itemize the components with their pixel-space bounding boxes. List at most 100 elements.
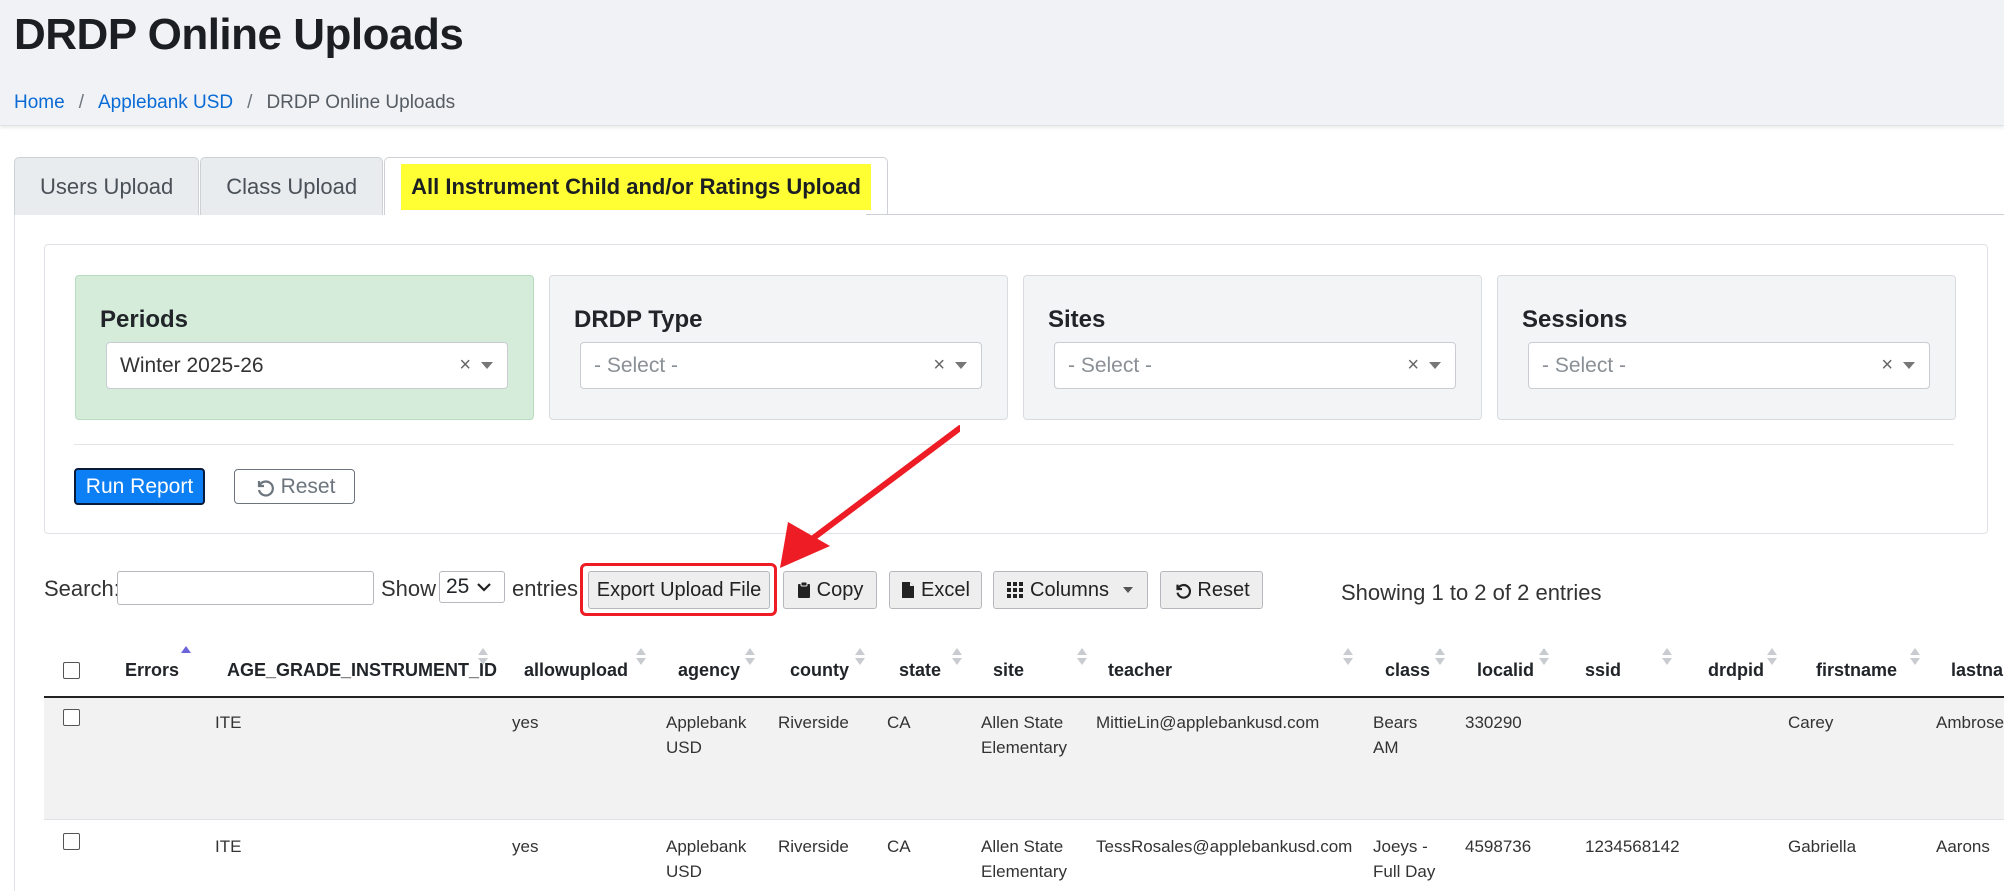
sort-icon [636, 648, 646, 668]
cell-firstname: Carey [1788, 713, 1834, 732]
cell-site-line2: Elementary [981, 738, 1067, 757]
reset-table-button[interactable]: Reset [1160, 571, 1263, 609]
tab-class-upload[interactable]: Class Upload [200, 157, 384, 215]
cell-agency-line2: USD [666, 862, 702, 881]
cell-county: Riverside [778, 713, 849, 732]
sites-placeholder: - Select - [1068, 353, 1153, 377]
caret-down-icon [1122, 587, 1133, 593]
page-title: DRDP Online Uploads [14, 10, 464, 59]
cell-lastname: Aarons [1936, 837, 1990, 856]
sort-icon [1767, 648, 1777, 668]
cell-allowupload: yes [512, 837, 539, 856]
cell-teacher: TessRosales@applebankusd.com [1096, 837, 1353, 856]
sites-label: Sites [1048, 306, 1106, 333]
file-icon [902, 582, 915, 598]
cell-site-line2: Elementary [981, 862, 1067, 881]
annotation-arrow-icon [780, 425, 960, 568]
cell-lastname: Ambrose [1936, 713, 2004, 732]
page-header: DRDP Online Uploads Home / Applebank USD… [0, 0, 2004, 126]
column-header-state[interactable]: state [899, 660, 941, 681]
column-header-teacher[interactable]: teacher [1108, 660, 1172, 681]
sort-icon [855, 648, 865, 668]
cell-class-line2: Full Day [1373, 862, 1436, 881]
reset-filters-button[interactable]: Reset [234, 469, 355, 504]
sort-icon [952, 648, 962, 668]
filter-divider [74, 444, 1954, 445]
column-header-allowupload[interactable]: allowupload [524, 660, 628, 681]
column-header-errors[interactable]: Errors [125, 660, 179, 681]
clear-icon[interactable]: × [933, 354, 945, 377]
column-header-drdpid[interactable]: drdpid [1708, 660, 1764, 681]
row-checkbox[interactable] [63, 709, 80, 726]
breadcrumb: Home / Applebank USD / DRDP Online Uploa… [14, 92, 455, 114]
column-header-site[interactable]: site [993, 660, 1024, 681]
cell-site-line1: Allen State [981, 837, 1064, 856]
sort-icon [1077, 648, 1087, 668]
sessions-placeholder: - Select - [1542, 353, 1627, 377]
sort-icon [1343, 648, 1353, 668]
cell-localid: 4598736 [1465, 837, 1532, 856]
column-header-ssid[interactable]: ssid [1585, 660, 1621, 681]
cell-state: CA [887, 713, 911, 732]
cell-agency: Applebank USD [666, 710, 746, 760]
drdp-type-filter: DRDP Type - Select - × [549, 275, 1008, 420]
annotation-highlight-box [580, 563, 777, 616]
periods-label: Periods [100, 306, 189, 333]
breadcrumb-separator: / [78, 92, 84, 113]
cell-site-line1: Allen State [981, 713, 1064, 732]
tab-instrument-ratings-upload[interactable]: All Instrument Child and/or Ratings Uplo… [384, 157, 888, 215]
clear-icon[interactable]: × [459, 354, 471, 377]
column-header-agency[interactable]: agency [678, 660, 740, 681]
reset-table-label: Reset [1197, 578, 1250, 601]
column-header-age-grade-instrument-id[interactable]: AGE_GRADE_INSTRUMENT_ID [227, 660, 497, 681]
column-header-lastname[interactable]: lastnam [1951, 660, 2004, 681]
sort-icon [1910, 648, 1920, 668]
sessions-select[interactable]: - Select - × [1528, 342, 1930, 389]
cell-ssid: 1234568142 [1585, 837, 1680, 856]
column-header-localid[interactable]: localid [1477, 660, 1534, 681]
cell-class-line1: Bears [1373, 713, 1418, 732]
excel-label: Excel [921, 578, 970, 601]
columns-button[interactable]: Columns [993, 571, 1148, 609]
sites-filter: Sites - Select - × [1023, 275, 1482, 420]
cell-localid: 330290 [1465, 713, 1522, 732]
select-all-checkbox[interactable] [63, 662, 80, 679]
run-report-button[interactable]: Run Report [74, 468, 205, 505]
tab-users-upload[interactable]: Users Upload [14, 157, 200, 215]
row-checkbox[interactable] [63, 833, 80, 850]
clear-icon[interactable]: × [1881, 354, 1893, 377]
sort-icon [478, 648, 488, 668]
cell-allowupload: yes [512, 713, 539, 732]
chevron-down-icon [1429, 362, 1441, 369]
column-header-county[interactable]: county [790, 660, 849, 681]
table-search-input[interactable] [117, 571, 374, 605]
sessions-filter: Sessions - Select - × [1497, 275, 1956, 420]
reset-filters-label: Reset [280, 474, 336, 498]
cell-age-grade-instrument-id: ITE [215, 713, 242, 732]
cell-agency-line1: Applebank [666, 713, 747, 732]
breadcrumb-district-link[interactable]: Applebank USD [98, 92, 233, 114]
search-label: Search: [44, 576, 120, 601]
page-size-select[interactable]: 25 [439, 571, 505, 603]
cell-class-line1: Joeys - [1373, 837, 1428, 856]
undo-icon [1176, 584, 1192, 599]
column-header-firstname[interactable]: firstname [1816, 660, 1897, 681]
cell-class-line2: AM [1373, 738, 1399, 757]
breadcrumb-home-link[interactable]: Home [14, 92, 65, 114]
sites-select[interactable]: - Select - × [1054, 342, 1456, 389]
clear-icon[interactable]: × [1407, 354, 1419, 377]
undo-icon [257, 479, 274, 497]
upload-tabs: Users Upload Class Upload All Instrument… [14, 157, 889, 215]
cell-age-grade-instrument-id: ITE [215, 837, 242, 856]
chevron-down-icon [955, 362, 967, 369]
drdp-type-select[interactable]: - Select - × [580, 342, 982, 389]
periods-select[interactable]: Winter 2025-26 × [106, 342, 508, 389]
sessions-label: Sessions [1522, 306, 1628, 333]
column-header-class[interactable]: class [1385, 660, 1430, 681]
breadcrumb-current: DRDP Online Uploads [266, 92, 456, 113]
drdp-type-label: DRDP Type [574, 306, 703, 333]
copy-label: Copy [816, 578, 864, 601]
sort-icon [1435, 648, 1445, 668]
clipboard-icon [797, 581, 810, 598]
chevron-down-icon [481, 362, 493, 369]
